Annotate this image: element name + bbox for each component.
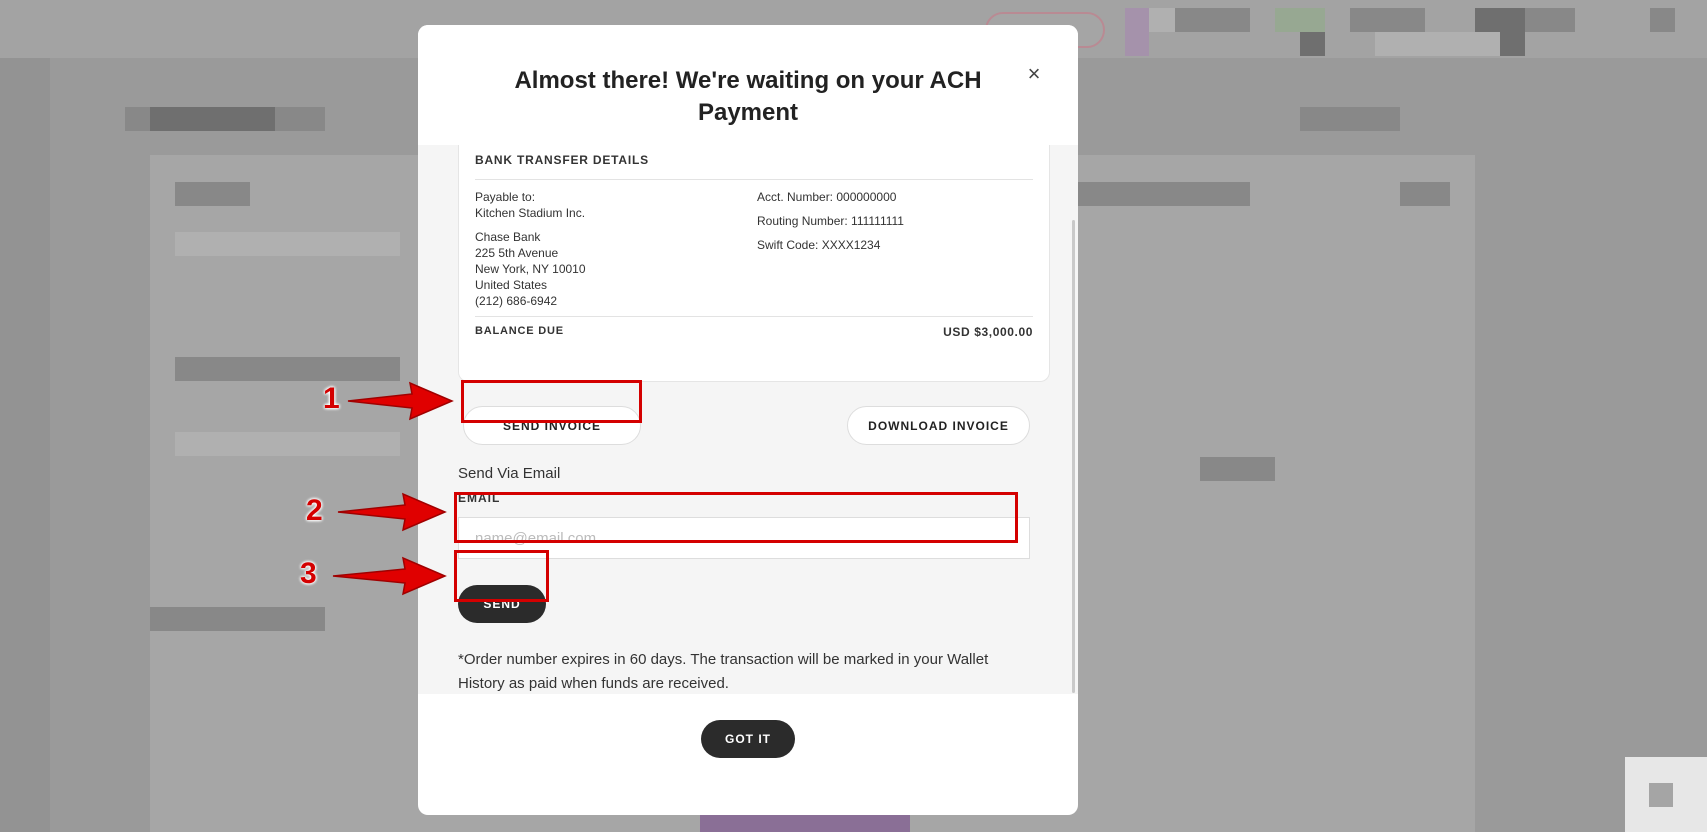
bank-transfer-card: BANK TRANSFER DETAILS Payable to: Kitche… xyxy=(458,145,1050,382)
ach-payment-modal: Almost there! We're waiting on your ACH … xyxy=(418,25,1078,815)
background-block xyxy=(1075,182,1250,206)
email-field[interactable] xyxy=(458,517,1030,559)
swift-code: Swift Code: XXXX1234 xyxy=(757,238,881,252)
background-block xyxy=(1350,8,1425,32)
background-block xyxy=(175,182,250,206)
background-block xyxy=(1375,32,1500,56)
got-it-button[interactable]: GOT IT xyxy=(701,720,795,758)
background-block xyxy=(1175,8,1250,32)
account-number: Acct. Number: 000000000 xyxy=(757,190,897,204)
background-block xyxy=(175,357,400,381)
background-block xyxy=(1400,182,1450,206)
phone: (212) 686-6942 xyxy=(475,294,558,308)
modal-title: Almost there! We're waiting on your ACH … xyxy=(514,67,982,126)
modal-scrollbar-thumb[interactable] xyxy=(1072,220,1075,693)
step-number-2: 2 xyxy=(306,494,323,527)
background-corner-widget xyxy=(1625,757,1707,832)
email-label: EMAIL xyxy=(458,491,501,505)
modal-header: Almost there! We're waiting on your ACH … xyxy=(418,25,1078,145)
send-invoice-button[interactable]: SEND INVOICE xyxy=(463,406,641,445)
bank-transfer-heading: BANK TRANSFER DETAILS xyxy=(475,153,649,167)
download-invoice-button[interactable]: DOWNLOAD INVOICE xyxy=(847,406,1030,445)
modal-body: BANK TRANSFER DETAILS Payable to: Kitche… xyxy=(418,145,1078,694)
balance-due-value: USD $3,000.00 xyxy=(943,325,1033,339)
background-block xyxy=(175,232,400,256)
close-icon[interactable]: × xyxy=(1023,63,1045,85)
background-block xyxy=(1275,8,1325,32)
background-block xyxy=(150,607,325,631)
step-number-1: 1 xyxy=(323,382,340,415)
background-block xyxy=(175,432,400,456)
divider xyxy=(475,316,1033,317)
background-block xyxy=(1525,8,1575,32)
account-details: Acct. Number: 000000000 Routing Number: … xyxy=(757,189,1027,261)
background-left-strip xyxy=(0,58,50,832)
background-block xyxy=(1300,107,1400,131)
address-line1: 225 5th Avenue xyxy=(475,246,559,260)
background-block xyxy=(1300,32,1325,56)
routing-number: Routing Number: 111111111 xyxy=(757,214,904,228)
address-line2: New York, NY 10010 xyxy=(475,262,586,276)
divider xyxy=(475,179,1033,180)
payee-details: Payable to: Kitchen Stadium Inc. Chase B… xyxy=(475,189,745,309)
step-number-3: 3 xyxy=(300,557,317,590)
balance-due-label: BALANCE DUE xyxy=(475,325,564,337)
background-block xyxy=(1125,8,1149,56)
background-block xyxy=(150,107,275,131)
background-block xyxy=(1200,457,1275,481)
expiry-note: *Order number expires in 60 days. The tr… xyxy=(458,651,989,692)
bank-name: Chase Bank xyxy=(475,230,541,244)
country: United States xyxy=(475,278,548,292)
payable-name: Kitchen Stadium Inc. xyxy=(475,206,586,220)
send-via-email-heading: Send Via Email xyxy=(458,465,561,482)
background-block xyxy=(1650,8,1675,32)
send-button[interactable]: SEND xyxy=(458,585,546,623)
payable-label: Payable to: xyxy=(475,190,536,204)
